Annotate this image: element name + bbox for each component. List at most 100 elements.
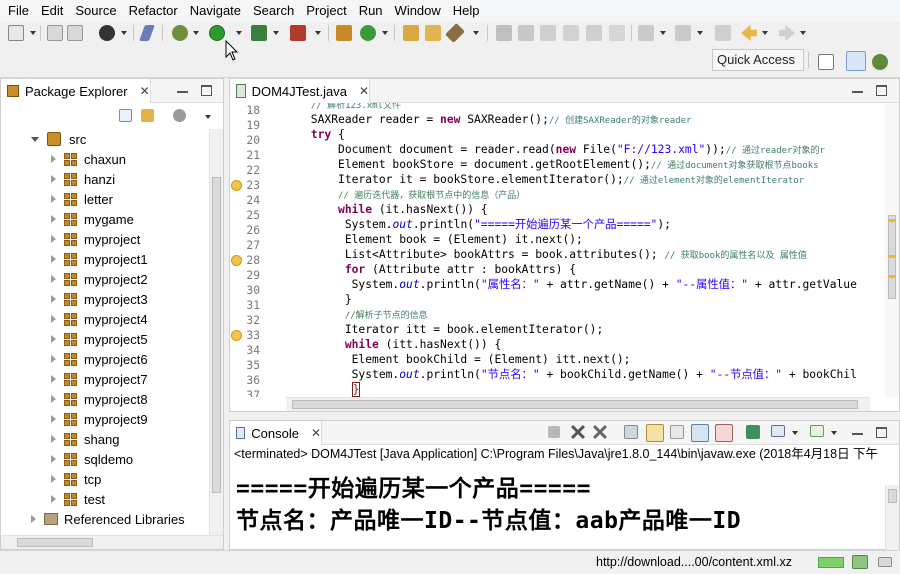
code-line[interactable]: // 解析123.xml文件: [270, 103, 881, 112]
code-line[interactable]: Iterator itt = book.elementIterator();: [270, 322, 881, 337]
debug-perspective-icon[interactable]: [872, 54, 888, 70]
code-line[interactable]: while (it.hasNext()) {: [270, 202, 881, 217]
run-icon[interactable]: [209, 25, 225, 41]
code-line[interactable]: // 遍历迭代器，获取根节点中的信息（产品）: [270, 187, 881, 202]
tree-item-package[interactable]: myproject9: [51, 409, 148, 429]
tree-item-package[interactable]: tcp: [51, 469, 101, 489]
collapse-all-icon[interactable]: [119, 109, 132, 122]
last-edit-icon[interactable]: [715, 25, 731, 41]
terminate-icon[interactable]: [548, 426, 560, 438]
code-line[interactable]: System.out.println("节点名：" + bookChild.ge…: [270, 367, 881, 382]
minimize-icon[interactable]: [852, 427, 863, 435]
open-console-caret[interactable]: [831, 431, 837, 435]
new-dropdown-caret[interactable]: [30, 31, 36, 35]
tree-item-package[interactable]: myproject5: [51, 329, 148, 349]
code-line[interactable]: //解析子节点的信息: [270, 307, 881, 322]
scrollbar-thumb[interactable]: [17, 538, 93, 547]
warning-marker[interactable]: [888, 219, 896, 222]
expand-arrow-icon[interactable]: [51, 255, 56, 263]
tree-item-package[interactable]: mygame: [51, 209, 134, 229]
minimize-icon[interactable]: [852, 85, 863, 93]
expand-arrow-icon[interactable]: [51, 195, 56, 203]
expand-arrow-icon[interactable]: [51, 435, 56, 443]
tree-item-package[interactable]: myproject4: [51, 309, 148, 329]
expand-arrow-icon[interactable]: [51, 455, 56, 463]
paragraph-icon[interactable]: [609, 25, 625, 41]
tree-item-package[interactable]: myproject8: [51, 389, 148, 409]
next-annotation-icon[interactable]: [638, 25, 654, 41]
expand-arrow-icon[interactable]: [51, 415, 56, 423]
warning-marker[interactable]: [888, 255, 896, 258]
expand-arrow-icon[interactable]: [51, 215, 56, 223]
new-class-icon[interactable]: [360, 25, 376, 41]
remove-launch-icon[interactable]: [571, 425, 585, 439]
console-vertical-scrollbar[interactable]: [885, 485, 899, 551]
skip-breakpoints-icon[interactable]: [139, 25, 155, 41]
console-tab[interactable]: Console ✕: [230, 421, 322, 445]
block-selection-icon[interactable]: [563, 25, 579, 41]
menu-file[interactable]: File: [2, 0, 35, 22]
expand-arrow-icon[interactable]: [51, 175, 56, 183]
menu-run[interactable]: Run: [353, 0, 389, 22]
clear-console-icon[interactable]: [624, 425, 638, 439]
code-line[interactable]: System.out.println("属性名：" + attr.getName…: [270, 277, 881, 292]
prev-annotation-caret[interactable]: [697, 31, 703, 35]
menu-source[interactable]: Source: [69, 0, 122, 22]
scrollbar-thumb[interactable]: [212, 177, 221, 493]
expand-arrow-icon[interactable]: [31, 515, 36, 523]
warning-icon[interactable]: [231, 330, 242, 341]
menu-help[interactable]: Help: [447, 0, 486, 22]
back-icon[interactable]: [741, 25, 757, 41]
expand-arrow-icon[interactable]: [51, 355, 56, 363]
menu-refactor[interactable]: Refactor: [123, 0, 184, 22]
menu-search[interactable]: Search: [247, 0, 300, 22]
tree-item-package[interactable]: chaxun: [51, 149, 126, 169]
tree-item-package[interactable]: hanzi: [51, 169, 115, 189]
menu-window[interactable]: Window: [389, 0, 447, 22]
expand-arrow-icon[interactable]: [51, 235, 56, 243]
new-java-project-icon[interactable]: [336, 25, 352, 41]
tree-item-package[interactable]: letter: [51, 189, 113, 209]
package-explorer-tab[interactable]: Package Explorer ✕: [1, 79, 151, 103]
expand-arrow-icon[interactable]: [51, 315, 56, 323]
run-dropdown-caret[interactable]: [236, 31, 242, 35]
tree-item-referenced-libraries[interactable]: Referenced Libraries: [31, 509, 185, 529]
link-with-editor-icon[interactable]: [141, 109, 154, 122]
show-on-stderr-icon[interactable]: [715, 424, 733, 442]
open-task-icon[interactable]: [425, 25, 441, 41]
code-line[interactable]: Element bookStore = document.getRootElem…: [270, 157, 881, 172]
forward-dropdown-caret[interactable]: [800, 31, 806, 35]
tree-horizontal-scrollbar[interactable]: [1, 535, 223, 549]
code-line[interactable]: try {: [270, 127, 881, 142]
code-line[interactable]: Element bookChild = (Element) itt.next()…: [270, 352, 881, 367]
tree-item-package[interactable]: myproject6: [51, 349, 148, 369]
display-console-caret[interactable]: [792, 431, 798, 435]
forward-icon[interactable]: [779, 25, 795, 41]
warning-icon[interactable]: [231, 255, 242, 266]
debug-dropdown-caret[interactable]: [193, 31, 199, 35]
coverage-icon[interactable]: [251, 25, 267, 41]
back-dropdown-caret[interactable]: [762, 31, 768, 35]
scrollbar-thumb[interactable]: [292, 400, 858, 409]
expand-arrow-icon[interactable]: [51, 335, 56, 343]
code-line[interactable]: for (Attribute attr : bookAttrs) {: [270, 262, 881, 277]
pin-console-icon[interactable]: [746, 425, 760, 439]
tree-item-package[interactable]: shang: [51, 429, 119, 449]
code-editor[interactable]: 18 19 20 21 22 23 24 25 26 27 28 29 30 3…: [230, 103, 899, 397]
next-annotation-caret[interactable]: [660, 31, 666, 35]
open-console-icon[interactable]: [810, 425, 824, 437]
tree-item-package[interactable]: test: [51, 489, 105, 509]
maximize-icon[interactable]: [876, 427, 887, 438]
menu-edit[interactable]: Edit: [35, 0, 69, 22]
remove-all-icon[interactable]: [593, 425, 607, 439]
warning-icon[interactable]: [231, 180, 242, 191]
new-wizard-icon[interactable]: [8, 25, 24, 41]
external-tools-dropdown-caret[interactable]: [315, 31, 321, 35]
java-perspective-icon[interactable]: [846, 51, 866, 71]
code-line[interactable]: SAXReader reader = new SAXReader();// 创建…: [270, 112, 881, 127]
menu-project[interactable]: Project: [300, 0, 352, 22]
tree-item-src[interactable]: src: [31, 129, 86, 149]
tree-item-package[interactable]: myproject: [51, 229, 140, 249]
external-tools-icon[interactable]: [290, 25, 306, 41]
code-line[interactable]: }: [270, 292, 881, 307]
